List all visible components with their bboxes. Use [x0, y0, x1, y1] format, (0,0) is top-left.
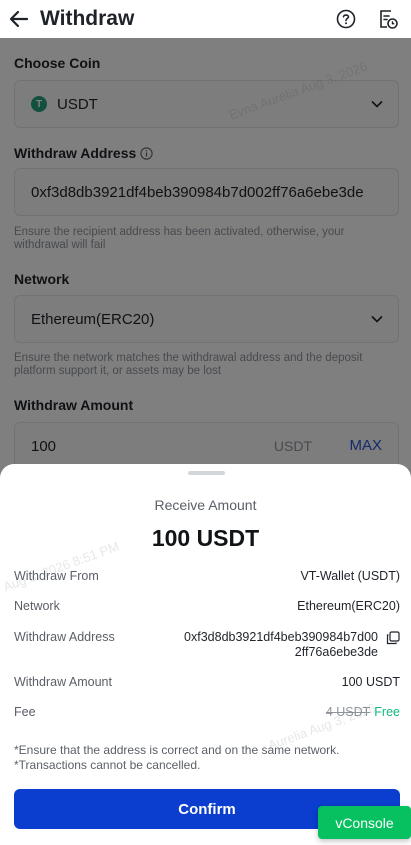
copy-icon[interactable]	[386, 631, 400, 645]
receive-amount-value: 100 USDT	[151, 525, 260, 551]
page-title: Withdraw	[40, 7, 135, 30]
withdraw-amount-row-label: Withdraw Amount	[14, 675, 112, 689]
question-circle-icon	[336, 9, 356, 29]
receive-amount-label: Receive Amount	[154, 497, 257, 513]
fee-label: Fee	[14, 705, 36, 719]
fee-original-value: 4 USDT	[325, 705, 371, 719]
withdraw-address-row-value: 0xf3d8db3921df4beb390984b7d002ff76a6ebe3…	[184, 630, 378, 659]
withdraw-address-row-label: Withdraw Address	[14, 630, 115, 644]
withdraw-amount-row-value: 100 USDT	[341, 675, 400, 689]
arrow-left-icon	[9, 10, 29, 28]
note-address: *Ensure that the address is correct and …	[14, 743, 340, 757]
back-button[interactable]	[0, 0, 38, 38]
network-row-value: Ethereum(ERC20)	[297, 599, 400, 613]
withdraw-address-row: Withdraw Address 0xf3d8db3921df4beb39098…	[14, 630, 400, 664]
note-cancel: *Transactions cannot be cancelled.	[14, 758, 201, 772]
vconsole-button[interactable]: vConsole	[318, 806, 411, 839]
help-button[interactable]	[333, 6, 359, 32]
withdraw-from-value: VT-Wallet (USDT)	[300, 569, 400, 583]
drag-handle[interactable]	[188, 471, 225, 475]
history-record-icon	[380, 10, 398, 29]
withdraw-from-label: Withdraw From	[14, 569, 99, 583]
confirm-withdraw-sheet: Receive Amount 100 USDT Withdraw From VT…	[0, 464, 411, 845]
fee-value: 4 USDT Free	[326, 705, 400, 719]
history-button[interactable]	[375, 6, 401, 32]
fee-free-badge: Free	[374, 705, 400, 719]
app-header: Withdraw	[0, 0, 411, 38]
network-row-label: Network	[14, 599, 60, 613]
